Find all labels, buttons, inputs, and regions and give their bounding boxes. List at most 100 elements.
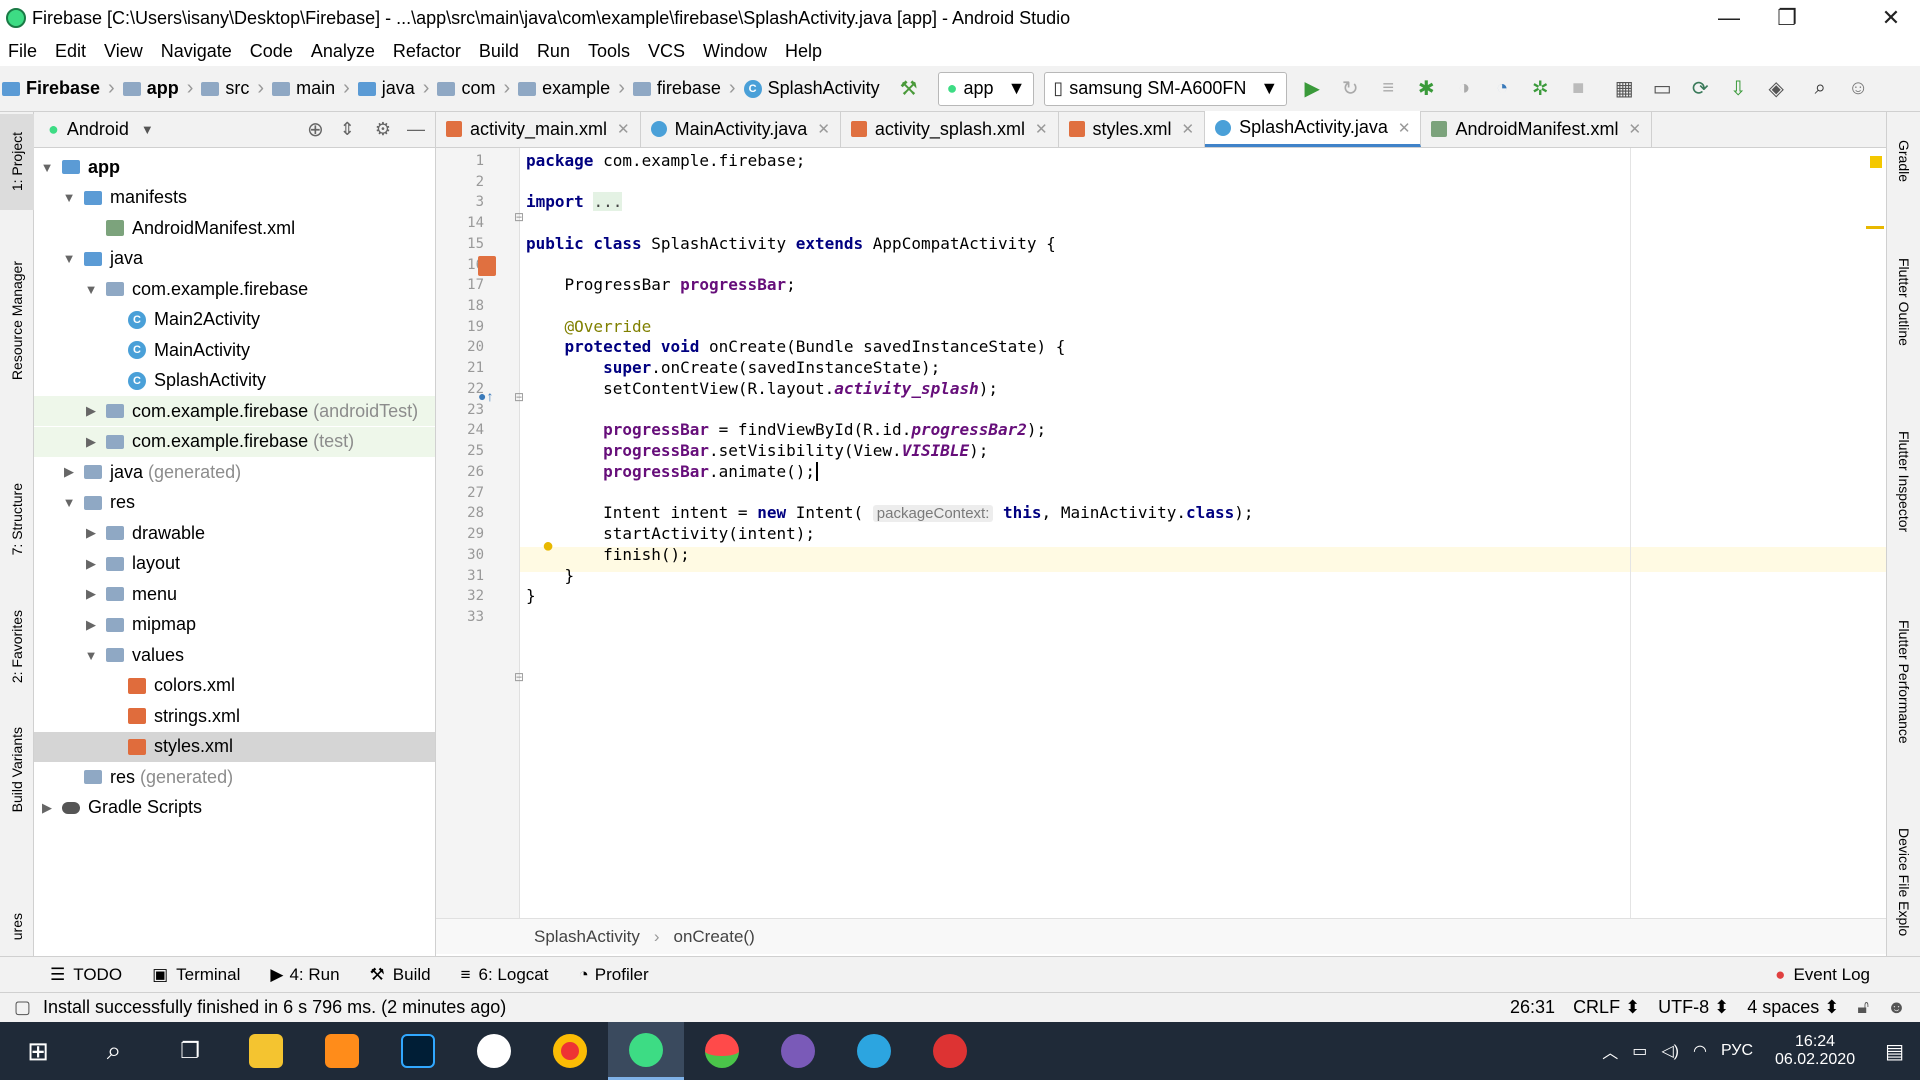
tree-item[interactable]: C MainActivity [34,335,435,365]
tree-item[interactable]: styles.xml [34,731,435,762]
tree-item[interactable]: C Main2Activity [34,305,435,335]
expand-toggle-icon[interactable]: ▼ [38,160,56,175]
tree-item[interactable]: C SplashActivity [34,366,435,396]
menu-code[interactable]: Code [241,41,302,62]
taskbar-sublime[interactable] [304,1022,380,1080]
tree-item[interactable]: ▶ Gradle Scripts [34,793,435,823]
tab-terminal[interactable]: ▣ Terminal [152,965,240,985]
editor-tab[interactable]: SplashActivity.java ✕ [1205,111,1422,147]
taskbar-chrome[interactable] [532,1022,608,1080]
tree-item[interactable]: ▶ mipmap [34,610,435,640]
close-tab-icon[interactable]: ✕ [1035,120,1048,138]
user-icon[interactable]: ☺ [1847,77,1869,100]
taskbar-photoshop[interactable] [380,1022,456,1080]
tab-build-variants[interactable]: Build Variants [0,720,34,820]
fold-icon[interactable]: ⊟ [514,210,524,224]
tab-captures[interactable]: ures [0,902,34,952]
expand-toggle-icon[interactable]: ▶ [82,525,100,541]
close-tab-icon[interactable]: ✕ [1629,120,1642,138]
run-config-select[interactable]: ● app ▼ [937,71,1035,106]
menu-analyze[interactable]: Analyze [302,41,384,62]
chevron-down-icon[interactable]: ▼ [141,122,154,137]
tree-item[interactable]: ▼ manifests [34,183,435,213]
fold-icon[interactable]: ⊟ [514,670,524,684]
menu-vcs[interactable]: VCS [639,41,694,62]
debug-icon[interactable]: ✱ [1415,78,1437,100]
tab-flutter-performance[interactable]: Flutter Performance [1887,592,1920,772]
tab-build[interactable]: ⚒ Build [370,965,431,985]
menu-navigate[interactable]: Navigate [152,41,241,62]
expand-toggle-icon[interactable]: ▼ [60,495,78,510]
breadcrumb-firebase[interactable]: Firebase [0,66,104,112]
tree-item[interactable]: ▼ app [34,152,435,182]
implemented-icon[interactable] [478,256,496,276]
breadcrumb-app[interactable]: app [121,66,183,112]
code-editor[interactable]: package com.example.firebase; import ...… [520,148,1886,918]
lock-icon[interactable]: 🔓︎ [1857,997,1869,1018]
taskbar-github[interactable] [760,1022,836,1080]
tree-item[interactable]: ▶ java (generated) [34,457,435,487]
tab-project[interactable]: 1: Project [0,114,34,210]
start-button[interactable]: ⊞ [0,1022,76,1080]
tree-item[interactable]: colors.xml [34,671,435,701]
chevron-up-icon[interactable]: ︿ [1602,1039,1618,1063]
breadcrumb-com[interactable]: com [435,66,499,112]
wifi-icon[interactable]: ◠ [1693,1041,1707,1061]
profile-icon[interactable]: ◔ [1491,77,1513,100]
inspector-icon[interactable]: ☻ [1887,997,1906,1018]
breadcrumb-firebase-package[interactable]: firebase [631,66,725,112]
expand-toggle-icon[interactable]: ▶ [82,556,100,572]
expand-toggle-icon[interactable]: ▶ [82,434,100,450]
file-encoding[interactable]: UTF-8 ⬍ [1658,997,1729,1018]
lightbulb-icon[interactable]: ● [542,535,554,558]
taskbar-itunes[interactable] [456,1022,532,1080]
expand-toggle-icon[interactable]: ▶ [82,617,100,633]
inspection-status-icon[interactable] [1870,156,1882,168]
avd-manager-icon[interactable]: ▭ [1651,78,1673,100]
menu-refactor[interactable]: Refactor [384,41,470,62]
breadcrumb-main[interactable]: main [270,66,339,112]
close-tab-icon[interactable]: ✕ [617,120,630,138]
breadcrumb-src[interactable]: src [199,66,253,112]
tree-item[interactable]: ▶ com.example.firebase (androidTest) [34,396,435,426]
tree-item[interactable]: ▼ com.example.firebase [34,274,435,304]
tab-structure[interactable]: 7: Structure [0,464,34,574]
tab-run[interactable]: ▶ 4: Run [270,965,339,985]
tab-todo[interactable]: ☰ TODO [50,965,122,985]
coverage-icon[interactable]: ◑ [1453,77,1475,100]
tab-resource-manager[interactable]: Resource Manager [0,216,34,426]
taskbar-rainbow-app[interactable] [684,1022,760,1080]
hide-icon[interactable]: — [407,119,425,140]
breadcrumb-class[interactable]: SplashActivity [534,927,640,947]
task-view-button[interactable]: ❐ [152,1022,228,1080]
line-separator[interactable]: CRLF ⬍ [1573,997,1640,1018]
gear-icon[interactable]: ⚙ [375,119,391,140]
tree-item[interactable]: ▼ values [34,640,435,670]
menu-tools[interactable]: Tools [579,41,639,62]
tree-item[interactable]: ▶ menu [34,579,435,609]
taskbar-telegram[interactable] [836,1022,912,1080]
menu-edit[interactable]: Edit [46,41,95,62]
tab-logcat[interactable]: ≡ 6: Logcat [461,965,549,985]
tab-device-file-explorer[interactable]: Device File Explo [1887,812,1920,952]
tab-flutter-outline[interactable]: Flutter Outline [1887,232,1920,372]
hammer-icon[interactable]: ⚒ [898,78,920,100]
tree-item[interactable]: res (generated) [34,762,435,792]
indent-setting[interactable]: 4 spaces ⬍ [1747,997,1839,1018]
breadcrumb-java[interactable]: java [356,66,419,112]
expand-toggle-icon[interactable]: ▼ [82,648,100,663]
locate-icon[interactable]: ⊕ [307,117,324,142]
layout-inspector-icon[interactable]: ◈ [1765,78,1787,100]
close-button[interactable]: ✕ [1862,0,1920,36]
expand-toggle-icon[interactable]: ▼ [60,251,78,266]
minimize-button[interactable]: — [1700,0,1758,36]
expand-toggle-icon[interactable]: ▶ [38,800,56,816]
menu-window[interactable]: Window [694,41,776,62]
apply-code-changes-icon[interactable]: ≡ [1377,77,1399,100]
close-tab-icon[interactable]: ✕ [817,120,830,138]
tree-item[interactable]: AndroidManifest.xml [34,213,435,243]
attach-debugger-icon[interactable]: ✲ [1529,78,1551,100]
tab-favorites[interactable]: 2: Favorites [0,592,34,702]
tree-item[interactable]: ▶ layout [34,549,435,579]
tab-gradle[interactable]: Gradle [1887,116,1920,206]
